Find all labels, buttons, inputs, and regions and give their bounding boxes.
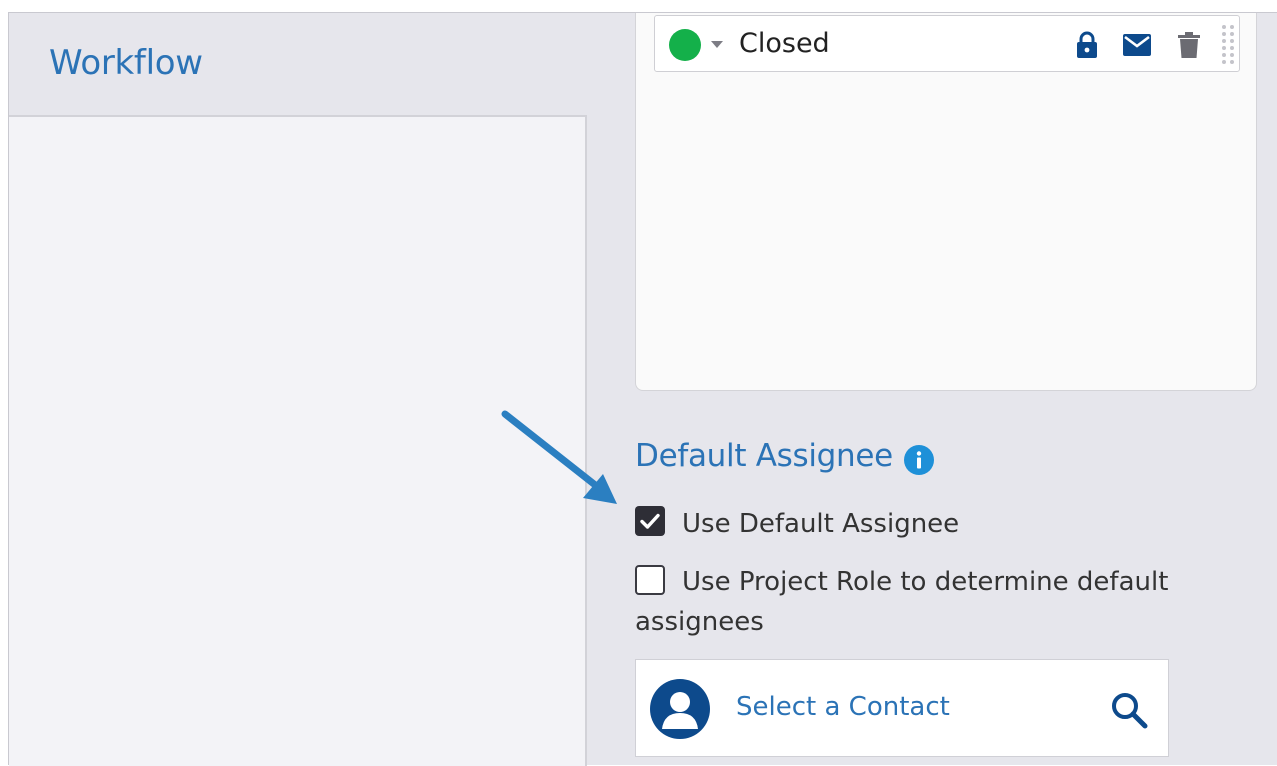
contact-picker[interactable]: Select a Contact bbox=[635, 659, 1169, 757]
checkmark-icon bbox=[640, 513, 660, 529]
trash-icon[interactable] bbox=[1175, 31, 1203, 59]
workflow-header: Workflow bbox=[9, 13, 588, 115]
status-name: Closed bbox=[739, 28, 830, 59]
use-project-role-checkbox[interactable] bbox=[635, 565, 665, 595]
use-default-assignee-checkbox[interactable] bbox=[635, 506, 665, 536]
annotation-arrow bbox=[501, 410, 617, 504]
mail-icon[interactable] bbox=[1123, 31, 1151, 59]
avatar-icon bbox=[650, 679, 710, 739]
use-project-role-label: Use Project Role to determine default as… bbox=[635, 567, 1169, 637]
status-list-panel: Closed bbox=[635, 13, 1257, 391]
default-assignee-title: Default Assignee bbox=[635, 438, 893, 474]
workflow-editor: Workflow Closed Default Assignee Use Def… bbox=[8, 12, 1277, 766]
info-icon[interactable] bbox=[904, 445, 934, 475]
contact-placeholder: Select a Contact bbox=[736, 692, 950, 722]
lock-icon[interactable] bbox=[1073, 31, 1101, 59]
chevron-down-icon[interactable] bbox=[711, 41, 723, 48]
status-color-dot[interactable] bbox=[669, 29, 701, 61]
drag-handle-icon[interactable] bbox=[1221, 24, 1235, 66]
search-icon[interactable] bbox=[1110, 691, 1148, 729]
status-row-closed[interactable]: Closed bbox=[654, 15, 1240, 72]
use-default-assignee-label: Use Default Assignee bbox=[682, 509, 960, 539]
use-default-assignee-row[interactable]: Use Default Assignee bbox=[635, 504, 959, 544]
page-title: Workflow bbox=[49, 43, 203, 83]
